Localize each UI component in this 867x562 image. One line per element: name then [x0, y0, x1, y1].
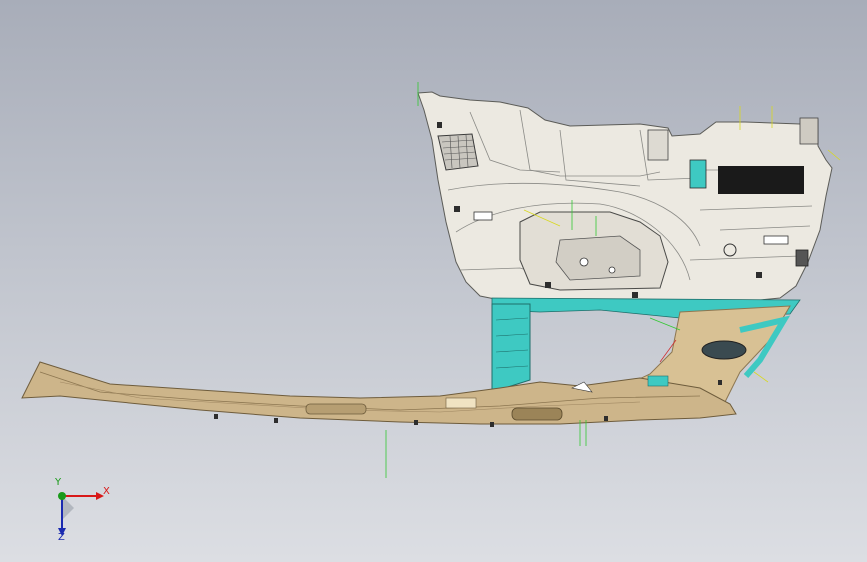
upper-door-panel[interactable]	[417, 91, 833, 307]
axis-triad[interactable]: X Y Z	[40, 478, 120, 548]
lower-sill-trim[interactable]	[21, 361, 737, 427]
axis-y-label: Y	[55, 477, 62, 488]
axis-x-label: X	[103, 486, 110, 497]
axis-z-label: Z	[58, 532, 65, 543]
cad-3d-viewport[interactable]: X Y Z	[0, 0, 867, 562]
door-trim-3d-model[interactable]	[0, 0, 867, 562]
connector-pillar[interactable]	[491, 303, 531, 393]
